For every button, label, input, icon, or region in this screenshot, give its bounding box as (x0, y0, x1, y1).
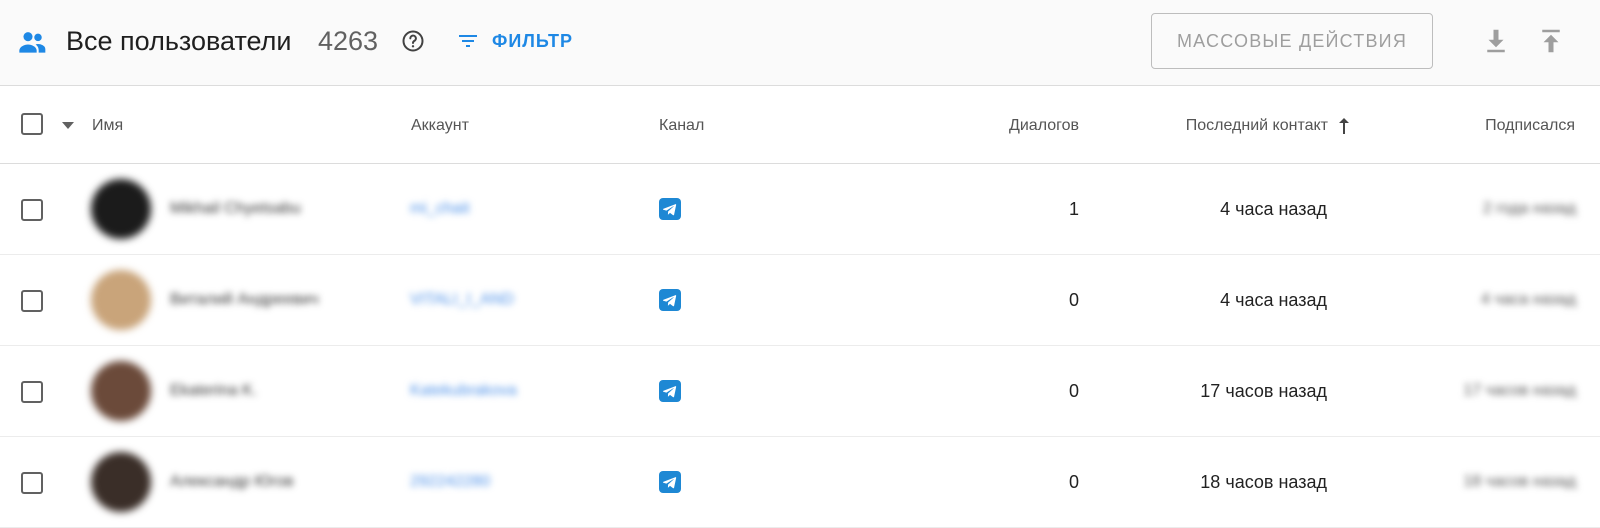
upload-icon[interactable] (1536, 26, 1566, 56)
account-link[interactable]: mi_chait (410, 199, 470, 219)
user-name[interactable]: Александр Югов (170, 472, 294, 492)
user-count: 4263 (318, 26, 379, 56)
row-checkbox[interactable] (21, 290, 43, 312)
last-contact: 4 часа назад (1220, 199, 1327, 219)
dialogs-count: 0 (1068, 472, 1079, 492)
avatar[interactable] (91, 452, 151, 512)
column-header-last-contact[interactable]: Последний контакт (1186, 116, 1328, 136)
column-header-subscribed[interactable]: Подписался (1485, 116, 1575, 136)
dialogs-count: 1 (1068, 199, 1079, 219)
dialogs-count: 0 (1068, 381, 1079, 401)
user-name[interactable]: Mikhail Chyetsabu (170, 199, 301, 219)
account-link[interactable]: VITALI_I_AND (410, 290, 514, 310)
sort-ascending-icon[interactable] (1336, 116, 1352, 136)
last-contact: 4 часа назад (1220, 290, 1327, 310)
column-header-account[interactable]: Аккаунт (411, 116, 469, 136)
user-name[interactable]: Ekaterina K. (170, 381, 257, 401)
subscribed-date: 17 часов назад (1463, 382, 1576, 399)
subscribed-date: 2 года назад (1482, 200, 1576, 217)
page-title: Все пользователи (66, 26, 292, 56)
avatar[interactable] (91, 179, 151, 239)
telegram-icon (659, 471, 681, 493)
table-row[interactable]: Виталий Андреевич VITALI_I_AND 0 4 часа … (0, 255, 1600, 346)
page-header: Все пользователи 4263 ФИЛЬТР МАССОВЫЕ ДЕ… (0, 0, 1600, 86)
subscribed-date: 18 часов назад (1463, 473, 1576, 490)
table-row[interactable]: Ekaterina K. Katekubrakova 0 17 часов на… (0, 346, 1600, 437)
table-header: Имя Аккаунт Канал Диалогов Последний кон… (0, 87, 1600, 164)
select-all-checkbox[interactable] (21, 113, 43, 135)
filter-button[interactable]: ФИЛЬТР (456, 26, 573, 56)
column-header-channel[interactable]: Канал (659, 116, 704, 136)
help-icon[interactable] (401, 29, 425, 53)
row-checkbox[interactable] (21, 199, 43, 221)
download-icon[interactable] (1481, 26, 1511, 56)
dialogs-count: 0 (1068, 290, 1079, 310)
last-contact: 18 часов назад (1200, 472, 1327, 492)
avatar[interactable] (91, 270, 151, 330)
telegram-icon (659, 380, 681, 402)
column-header-dialogs[interactable]: Диалогов (1009, 116, 1079, 136)
filter-label: ФИЛЬТР (492, 30, 574, 51)
table-row[interactable]: Mikhail Chyetsabu mi_chait 1 4 часа наза… (0, 164, 1600, 255)
account-link[interactable]: Katekubrakova (410, 381, 517, 401)
row-checkbox[interactable] (21, 472, 43, 494)
subscribed-date: 4 часа назад (1480, 291, 1576, 308)
filter-icon (459, 35, 477, 47)
users-icon (19, 32, 46, 53)
avatar[interactable] (91, 361, 151, 421)
last-contact: 17 часов назад (1200, 381, 1327, 401)
account-link[interactable]: 292242280 (410, 472, 490, 492)
user-name[interactable]: Виталий Андреевич (170, 290, 319, 310)
row-checkbox[interactable] (21, 381, 43, 403)
select-menu-caret-icon[interactable] (58, 115, 78, 135)
mass-actions-button[interactable]: МАССОВЫЕ ДЕЙСТВИЯ (1151, 13, 1433, 69)
telegram-icon (659, 289, 681, 311)
table-row[interactable]: Александр Югов 292242280 0 18 часов наза… (0, 437, 1600, 528)
telegram-icon (659, 198, 681, 220)
column-header-name[interactable]: Имя (92, 116, 123, 136)
